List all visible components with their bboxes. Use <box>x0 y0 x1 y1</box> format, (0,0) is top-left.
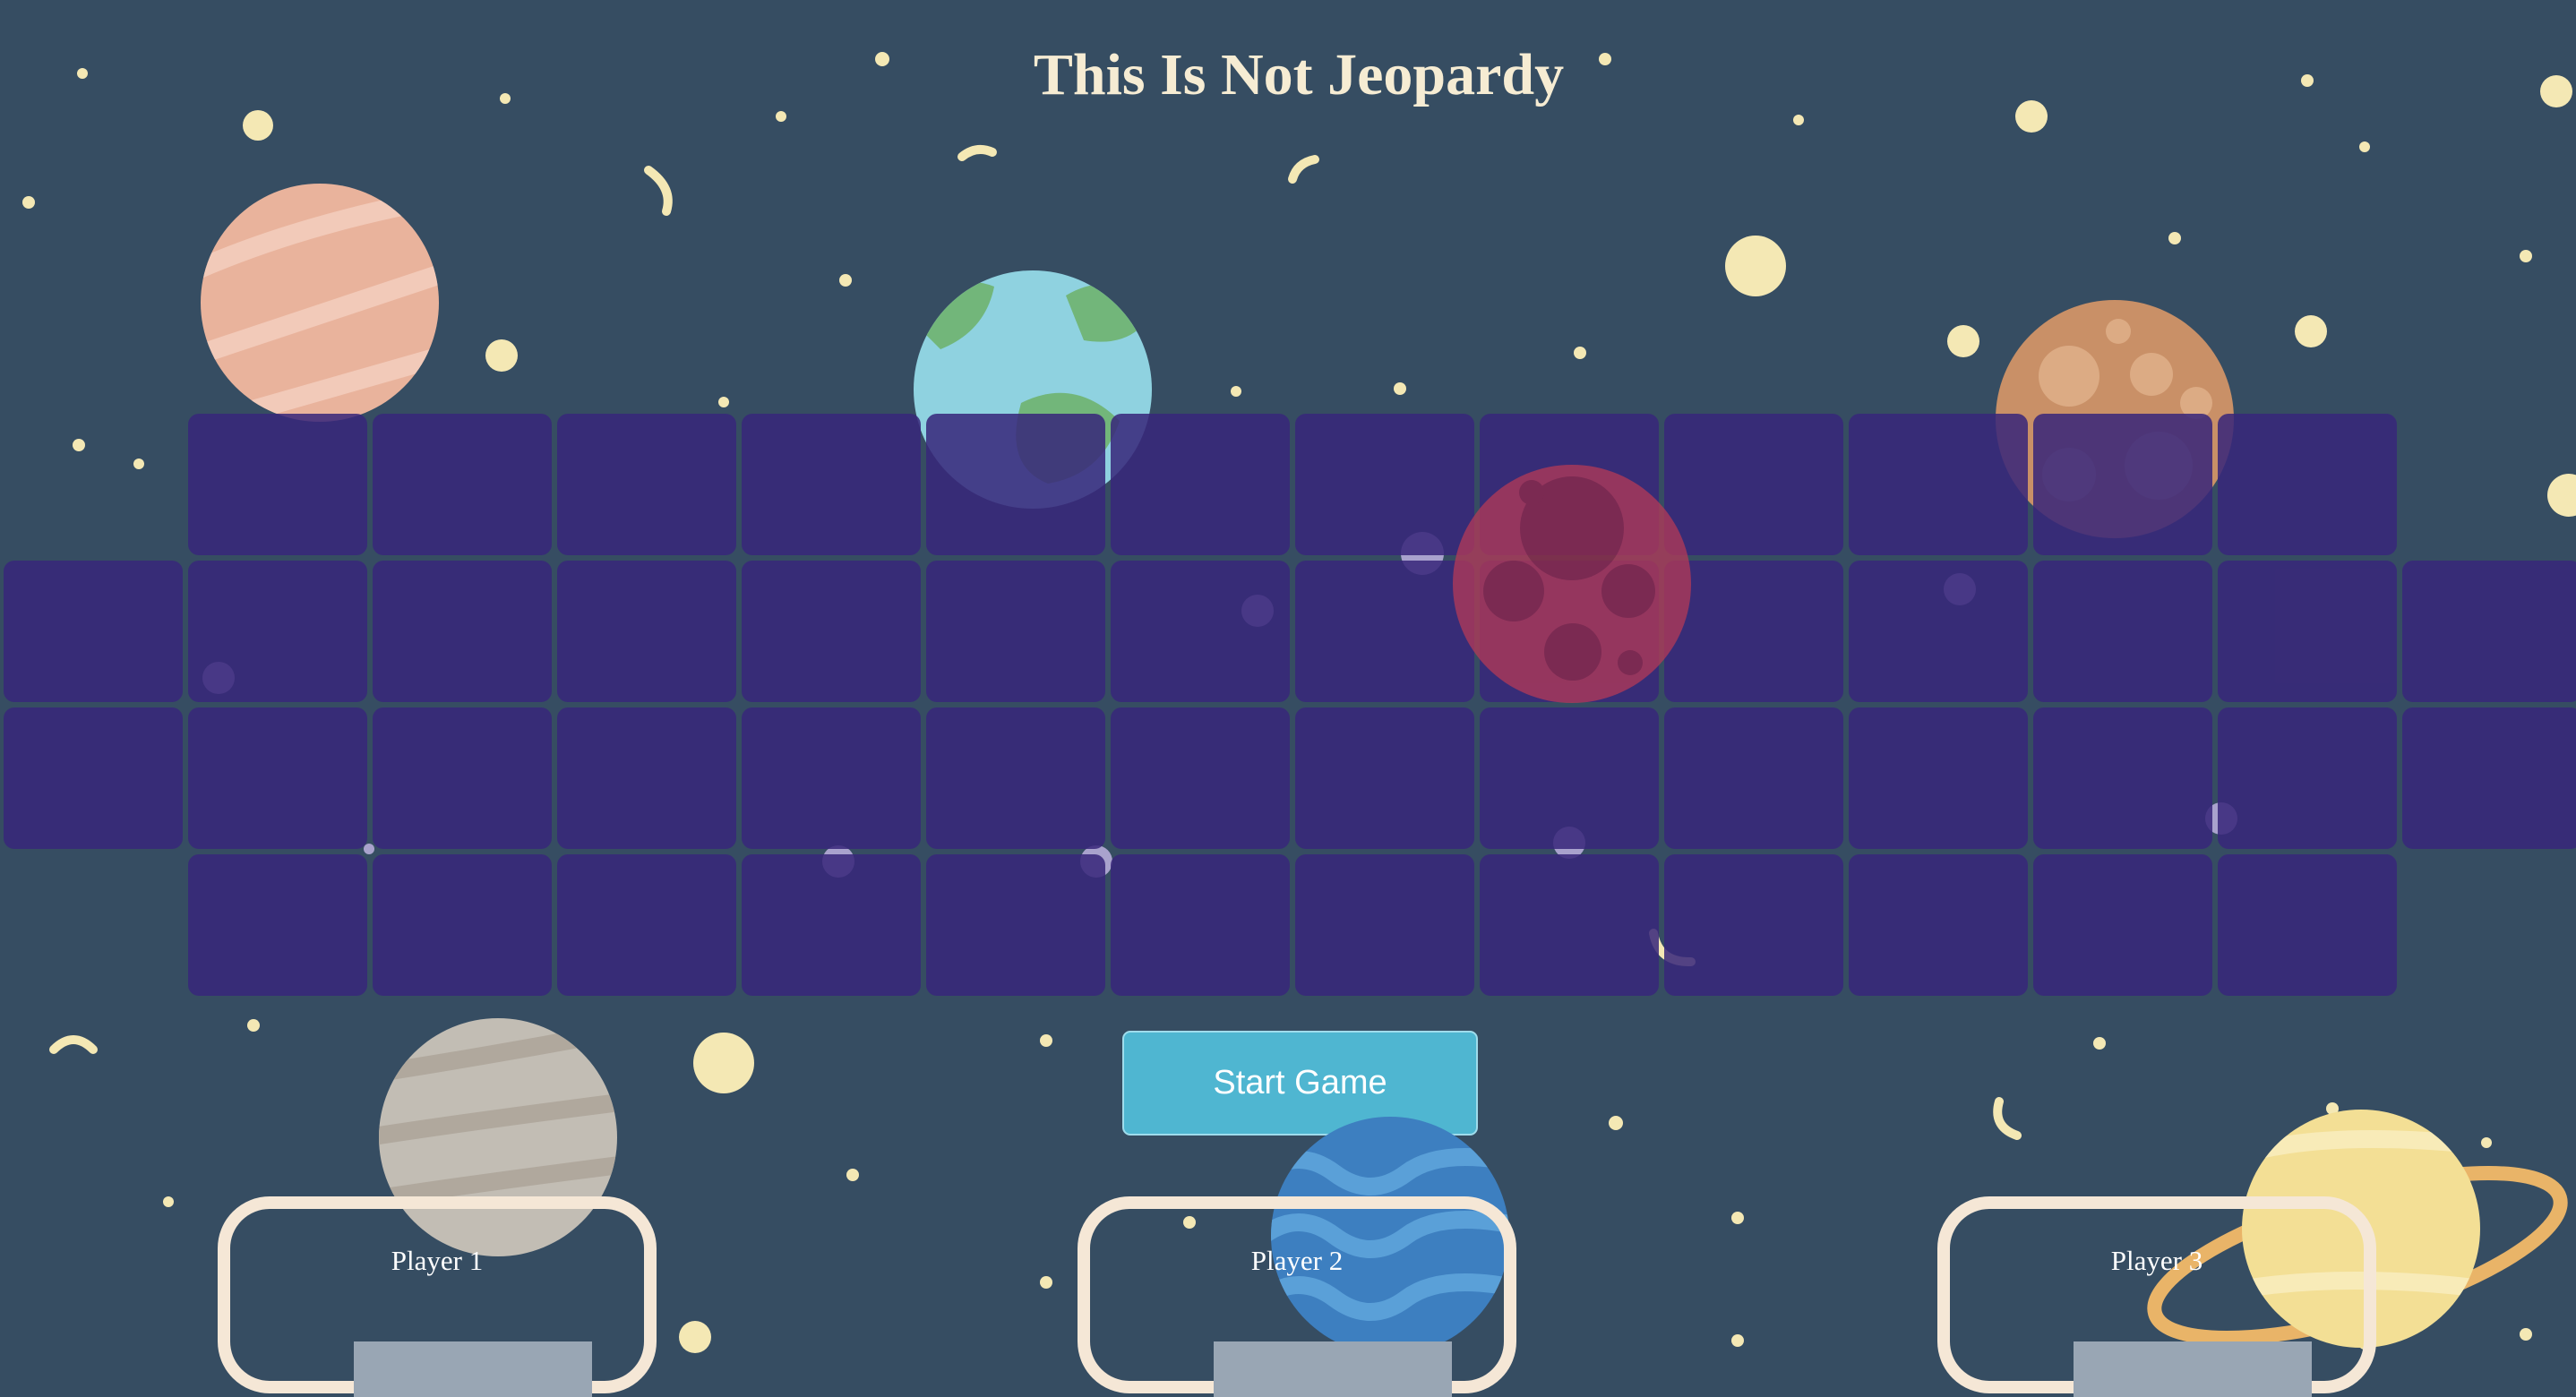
board-tile[interactable] <box>1111 561 1290 702</box>
board-tile[interactable] <box>557 854 736 996</box>
board-tile[interactable] <box>1480 561 1659 702</box>
board-tile[interactable] <box>926 414 1105 555</box>
board-tile[interactable] <box>557 707 736 849</box>
board-tile[interactable] <box>188 414 367 555</box>
board-tile[interactable] <box>2033 561 2212 702</box>
player-2-name: Player 2 <box>1250 1245 1344 1276</box>
board-tile[interactable] <box>4 561 183 702</box>
board-tile[interactable] <box>1295 561 1474 702</box>
player-1-score-input[interactable] <box>354 1341 592 1397</box>
board-tile[interactable] <box>2033 707 2212 849</box>
board-tile[interactable] <box>1480 414 1659 555</box>
player-2-card: Player 2 <box>1078 1196 1516 1397</box>
board-tile[interactable] <box>1849 707 2028 849</box>
board-tile[interactable] <box>373 707 552 849</box>
board-tile[interactable] <box>557 561 736 702</box>
board-tile[interactable] <box>1664 414 1843 555</box>
board-tile[interactable] <box>373 414 552 555</box>
game-board <box>0 0 2576 1365</box>
player-1-name: Player 1 <box>391 1245 484 1276</box>
board-tile[interactable] <box>188 707 367 849</box>
player-2-score-input[interactable] <box>1214 1341 1452 1397</box>
player-3-name: Player 3 <box>2110 1245 2203 1276</box>
player-3-card: Player 3 <box>1937 1196 2376 1397</box>
game-title: This Is Not Jeopardy <box>1033 42 1565 107</box>
board-tile[interactable] <box>2033 414 2212 555</box>
board-tile[interactable] <box>1295 414 1474 555</box>
board-tile[interactable] <box>1295 707 1474 849</box>
board-tile[interactable] <box>188 854 367 996</box>
player-3-score-input[interactable] <box>2074 1341 2312 1397</box>
board-tile[interactable] <box>373 854 552 996</box>
board-tile[interactable] <box>1295 854 1474 996</box>
board-tile[interactable] <box>373 561 552 702</box>
board-tile[interactable] <box>1849 854 2028 996</box>
board-tile[interactable] <box>1111 707 1290 849</box>
board-tile[interactable] <box>742 414 921 555</box>
board-tile[interactable] <box>1849 414 2028 555</box>
board-tile[interactable] <box>2218 561 2397 702</box>
board-tile[interactable] <box>557 414 736 555</box>
board-tile[interactable] <box>4 707 183 849</box>
board-tile[interactable] <box>188 561 367 702</box>
board-tile[interactable] <box>1664 854 1843 996</box>
board-tile[interactable] <box>926 707 1105 849</box>
board-tile[interactable] <box>2033 854 2212 996</box>
board-tile[interactable] <box>2402 561 2576 702</box>
board-tile[interactable] <box>742 561 921 702</box>
board-tile[interactable] <box>1664 707 1843 849</box>
board-tile[interactable] <box>1480 854 1659 996</box>
player-1-card: Player 1 <box>218 1196 657 1397</box>
board-tile[interactable] <box>2218 854 2397 996</box>
board-tile[interactable] <box>2218 707 2397 849</box>
board-tile[interactable] <box>1664 561 1843 702</box>
board-tile[interactable] <box>2402 707 2576 849</box>
board-tile[interactable] <box>2218 414 2397 555</box>
board-tile[interactable] <box>926 854 1105 996</box>
board-tile[interactable] <box>742 707 921 849</box>
board-tile[interactable] <box>1111 414 1290 555</box>
board-tile[interactable] <box>1480 707 1659 849</box>
board-tile[interactable] <box>742 854 921 996</box>
board-tile[interactable] <box>1849 561 2028 702</box>
board-tile[interactable] <box>926 561 1105 702</box>
start-game-button[interactable]: Start Game <box>1122 1031 1478 1136</box>
board-tile[interactable] <box>1111 854 1290 996</box>
